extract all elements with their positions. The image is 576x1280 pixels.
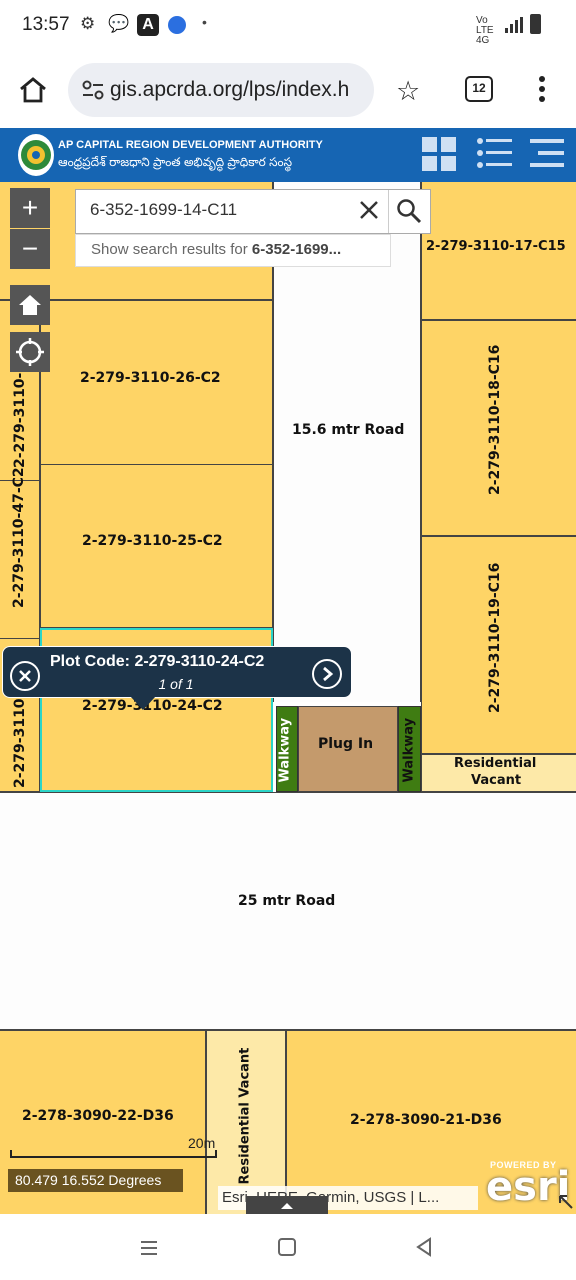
popup-pointer: [130, 696, 156, 710]
chat-icon: 💬: [108, 14, 130, 33]
popup-next-button[interactable]: [312, 659, 342, 689]
zoom-in-button[interactable]: +: [10, 188, 50, 228]
locate-icon: [16, 338, 44, 366]
recent-apps-icon[interactable]: [139, 1239, 159, 1262]
more-options-icon[interactable]: [538, 76, 546, 107]
road-25-label: 25 mtr Road: [238, 893, 336, 909]
status-time: 13:57: [22, 14, 70, 35]
header-title-telugu: ఆంధ్రప్రదేశ్ రాజధాని ప్రాంత అభివృద్ధి ప్…: [58, 155, 293, 169]
coordinates-display: 80.479 16.552 Degrees: [8, 1169, 183, 1192]
site-info-icon[interactable]: [82, 80, 104, 105]
signal-icon: [505, 17, 523, 38]
apcrda-logo: [18, 134, 54, 176]
search-icon[interactable]: [396, 198, 422, 229]
res-vacant-bottom-label: Residential Vacant: [237, 1047, 253, 1185]
dot-icon: •: [202, 14, 207, 30]
search-input[interactable]: [90, 200, 350, 220]
clear-search-icon[interactable]: [358, 199, 380, 226]
road-25: [0, 792, 576, 1030]
scale-bar: [10, 1150, 217, 1158]
search-suggestion-text[interactable]: Show search results for 6-352-1699...: [91, 241, 341, 258]
zoom-out-button[interactable]: −: [10, 229, 50, 269]
legend-list-icon[interactable]: [476, 137, 514, 178]
res-vacant-right-line2: Vacant: [471, 773, 522, 788]
app-a-icon: A: [137, 14, 159, 36]
tab-switcher-button[interactable]: 12: [465, 76, 493, 102]
app-blue-icon: [168, 16, 186, 34]
res-vacant-right-line1: Residential: [454, 756, 537, 771]
settings-icon: ⚙: [80, 14, 96, 33]
suggestion-prefix: Show search results for: [91, 241, 252, 258]
home-extent-button[interactable]: [10, 285, 50, 325]
scale-label: 20m: [188, 1135, 216, 1151]
home-icon[interactable]: [18, 76, 48, 109]
walkway-left-label: Walkway: [277, 717, 293, 783]
locate-button[interactable]: [10, 332, 50, 372]
popup-title: Plot Code: 2-279-3110-24-C2: [50, 653, 265, 670]
home-nav-icon[interactable]: [278, 1238, 296, 1256]
menu-icon[interactable]: [530, 137, 566, 178]
back-nav-icon[interactable]: [414, 1237, 434, 1262]
grid-apps-icon[interactable]: [422, 137, 458, 178]
walkway-right-label: Walkway: [401, 717, 417, 783]
battery-icon: [530, 14, 541, 34]
chevron-up-icon: [281, 1203, 293, 1209]
home-extent-icon: [19, 295, 41, 315]
suggestion-term: 6-352-1699...: [251, 241, 342, 258]
parcel-d21-label: 2-278-3090-21-D36: [350, 1112, 502, 1128]
parcel-26-label: 2-279-3110-26-C2: [80, 370, 221, 386]
parcel-left-top-label: 2-279-3110-: [12, 372, 28, 468]
plug-in-label: Plug In: [318, 736, 374, 752]
close-icon: [19, 670, 31, 682]
network-label: Vo LTE 4G: [476, 15, 494, 46]
popup-close-button[interactable]: [10, 661, 40, 691]
attribution-toggle[interactable]: [246, 1196, 328, 1214]
url-text[interactable]: gis.apcrda.org/lps/index.h: [110, 78, 368, 102]
search-divider: [388, 190, 389, 233]
bookmark-star-icon[interactable]: ☆: [396, 76, 420, 107]
parcel-25-label: 2-279-3110-25-C2: [82, 533, 223, 549]
parcel-d22-label: 2-278-3090-22-D36: [22, 1108, 174, 1124]
header-title-english: AP CAPITAL REGION DEVELOPMENT AUTHORITY: [58, 139, 323, 151]
parcel-19-label: 2-279-3110-19-C16: [487, 562, 503, 713]
resize-arrow-icon: [558, 1194, 574, 1215]
road-15-label: 15.6 mtr Road: [292, 422, 405, 438]
parcel-18-label: 2-279-3110-18-C16: [487, 344, 503, 495]
parcel-17-label: 2-279-3110-17-C15: [426, 239, 566, 254]
chevron-right-icon: [323, 666, 334, 682]
parcel-left-bottom-label: 2-279-3110: [12, 698, 28, 788]
parcel-47-label: 2-279-3110-47-C2: [11, 467, 27, 608]
popup-count: 1 of 1: [158, 676, 194, 692]
